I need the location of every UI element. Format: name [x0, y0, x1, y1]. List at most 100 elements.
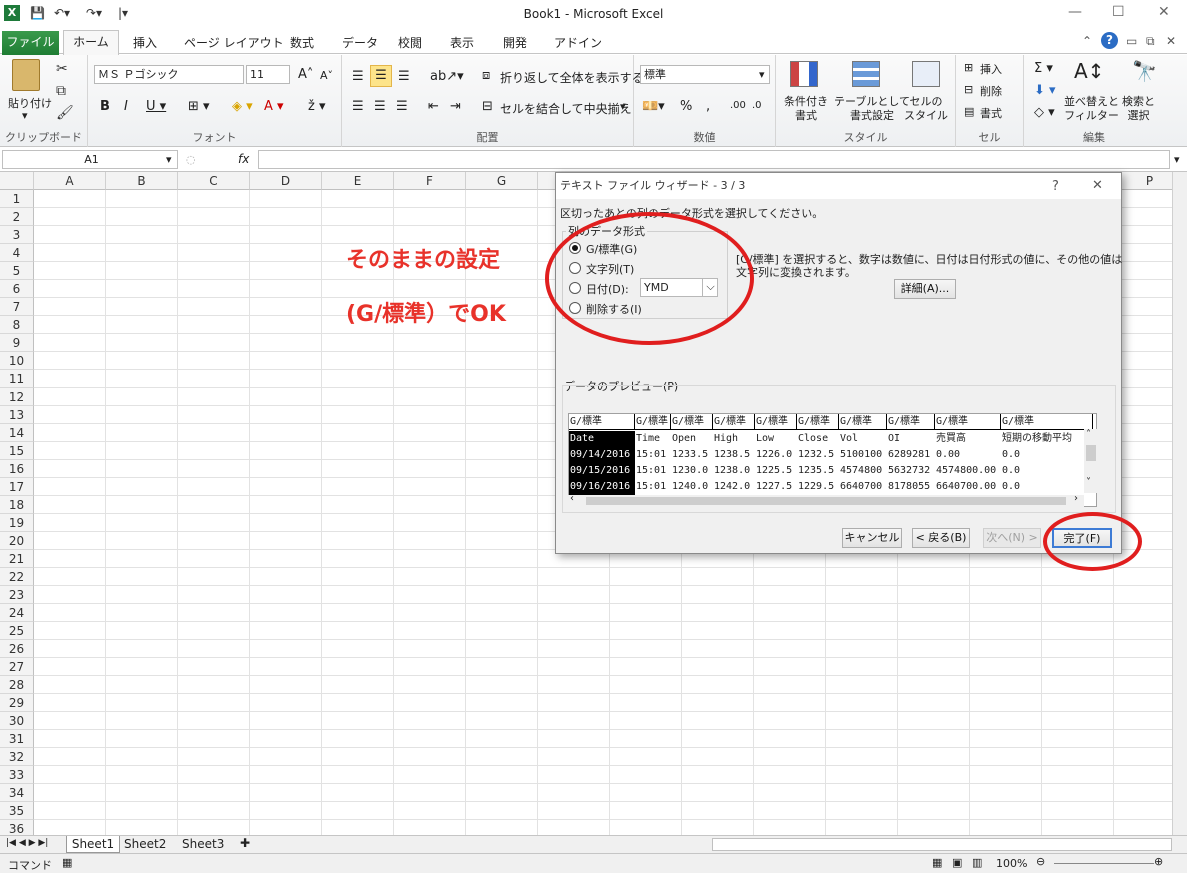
preview-column-format[interactable]: G/標準: [755, 414, 797, 430]
autosum-icon[interactable]: Σ ▾: [1034, 61, 1053, 76]
row-header[interactable]: 34: [0, 784, 34, 802]
cell-styles-icon[interactable]: [912, 61, 940, 87]
align-middle-icon[interactable]: ☰: [370, 65, 392, 87]
row-header[interactable]: 8: [0, 316, 34, 334]
column-header[interactable]: C: [178, 172, 250, 190]
page-layout-view-icon[interactable]: ▣: [952, 856, 962, 869]
help-icon[interactable]: ?: [1101, 32, 1118, 49]
preview-scroll-right-icon[interactable]: ›: [1074, 493, 1078, 504]
dialog-help-icon[interactable]: ?: [1052, 179, 1059, 194]
preview-column-format[interactable]: G/標準: [935, 414, 1001, 430]
italic-icon[interactable]: I: [124, 99, 128, 114]
data-preview[interactable]: G/標準 Date 09/14/2016 09/15/2016 09/16/2016 G/…: [568, 413, 1097, 507]
close-window-icon[interactable]: ✕: [1158, 4, 1170, 20]
tab-home[interactable]: ホーム: [63, 30, 119, 55]
border-icon[interactable]: ⊞ ▾: [188, 99, 210, 114]
row-header[interactable]: 1: [0, 190, 34, 208]
find-select-icon[interactable]: 🔭: [1132, 59, 1157, 83]
sheet-tab-sheet1[interactable]: Sheet1: [66, 836, 120, 853]
zoom-out-icon[interactable]: ⊖: [1036, 855, 1045, 868]
row-header[interactable]: 11: [0, 370, 34, 388]
format-as-table-icon[interactable]: [852, 61, 880, 87]
grow-font-icon[interactable]: A˄: [298, 67, 313, 82]
cut-icon[interactable]: ✂: [56, 61, 68, 77]
fill-color-icon[interactable]: ◈ ▾: [232, 99, 253, 114]
row-header[interactable]: 3: [0, 226, 34, 244]
cell-styles-button[interactable]: セルの スタイル: [904, 95, 948, 123]
preview-column-format[interactable]: G/標準: [569, 414, 635, 430]
preview-column-format[interactable]: G/標準: [839, 414, 887, 430]
row-header[interactable]: 29: [0, 694, 34, 712]
tab-data[interactable]: データ: [342, 34, 378, 51]
tab-developer[interactable]: 開発: [503, 34, 527, 51]
maximize-icon[interactable]: ☐: [1112, 4, 1125, 20]
align-top-icon[interactable]: ☰: [352, 69, 364, 84]
row-header[interactable]: 6: [0, 280, 34, 298]
page-break-view-icon[interactable]: ▥: [972, 856, 982, 869]
shrink-font-icon[interactable]: A˅: [320, 69, 333, 82]
row-header[interactable]: 28: [0, 676, 34, 694]
row-header[interactable]: 21: [0, 550, 34, 568]
font-name-select[interactable]: ＭＳ Ｐゴシック: [94, 65, 244, 84]
row-header[interactable]: 4: [0, 244, 34, 262]
sheet-tab-sheet2[interactable]: Sheet2: [124, 837, 166, 851]
formula-expand-icon[interactable]: ▾: [1174, 153, 1180, 166]
row-header[interactable]: 27: [0, 658, 34, 676]
minimize-icon[interactable]: —: [1068, 4, 1082, 20]
preview-column-format[interactable]: G/標準: [713, 414, 755, 430]
tab-file[interactable]: ファイル: [2, 31, 59, 55]
preview-scroll-left-icon[interactable]: ‹: [570, 493, 574, 504]
column-header[interactable]: P: [1114, 172, 1172, 190]
column-header[interactable]: F: [394, 172, 466, 190]
row-header[interactable]: 30: [0, 712, 34, 730]
preview-vscroll-thumb[interactable]: [1086, 445, 1096, 461]
find-select-button[interactable]: 検索と 選択: [1122, 95, 1155, 123]
zoom-in-icon[interactable]: ⊕: [1154, 855, 1163, 868]
sheet-nav-icon[interactable]: |◀ ◀ ▶ ▶|: [6, 838, 48, 848]
row-header[interactable]: 35: [0, 802, 34, 820]
preview-column-format[interactable]: G/標準: [887, 414, 935, 430]
row-header[interactable]: 17: [0, 478, 34, 496]
dialog-close-icon[interactable]: ✕: [1092, 178, 1103, 193]
tab-addins[interactable]: アドイン: [554, 34, 602, 51]
row-header[interactable]: 16: [0, 460, 34, 478]
conditional-format-button[interactable]: 条件付き 書式: [784, 95, 828, 123]
tab-insert[interactable]: 挿入: [133, 34, 157, 51]
column-header[interactable]: B: [106, 172, 178, 190]
cancel-button[interactable]: キャンセル: [842, 528, 902, 548]
wrap-text-icon[interactable]: ⧈: [482, 68, 490, 83]
horizontal-scrollbar[interactable]: [712, 838, 1172, 851]
row-header[interactable]: 31: [0, 730, 34, 748]
column-header[interactable]: E: [322, 172, 394, 190]
row-header[interactable]: 24: [0, 604, 34, 622]
ribbon-collapse-icon[interactable]: ⌃: [1082, 34, 1092, 48]
row-header[interactable]: 33: [0, 766, 34, 784]
align-right-icon[interactable]: ☰: [396, 99, 408, 114]
preview-column-format[interactable]: G/標準: [797, 414, 839, 430]
increase-indent-icon[interactable]: ⇥: [450, 99, 461, 114]
number-format-select[interactable]: 標準: [640, 65, 770, 84]
preview-scroll-down-icon[interactable]: ˅: [1086, 477, 1091, 488]
vertical-scrollbar[interactable]: [1172, 172, 1187, 835]
preview-hscroll-thumb[interactable]: [586, 497, 1066, 505]
tab-view[interactable]: 表示: [450, 34, 474, 51]
preview-vscroll[interactable]: ˄ ˅: [1084, 429, 1098, 493]
decrease-indent-icon[interactable]: ⇤: [428, 99, 439, 114]
merge-center-icon[interactable]: ⊟: [482, 99, 493, 114]
name-box[interactable]: A1: [2, 150, 178, 169]
doc-minimize-icon[interactable]: ▭: [1126, 34, 1137, 48]
preview-hscroll[interactable]: ‹ ›: [568, 493, 1084, 507]
format-cells-icon[interactable]: ▤: [964, 105, 974, 118]
tab-review[interactable]: 校閲: [398, 34, 422, 51]
percent-icon[interactable]: %: [680, 99, 692, 114]
preview-column-format[interactable]: G/標準: [635, 414, 671, 430]
select-all-corner[interactable]: [0, 172, 34, 190]
paste-dropdown-icon[interactable]: ▾: [22, 109, 28, 122]
wrap-text-button[interactable]: 折り返して全体を表示する: [500, 69, 644, 86]
bold-icon[interactable]: B: [100, 99, 110, 114]
sheet-tab-sheet3[interactable]: Sheet3: [182, 837, 224, 851]
delete-cells-button[interactable]: 削除: [980, 83, 1002, 99]
normal-view-icon[interactable]: ▦: [932, 856, 942, 869]
insert-function-icon[interactable]: fx: [238, 152, 249, 166]
advanced-button[interactable]: 詳細(A)...: [894, 279, 956, 299]
